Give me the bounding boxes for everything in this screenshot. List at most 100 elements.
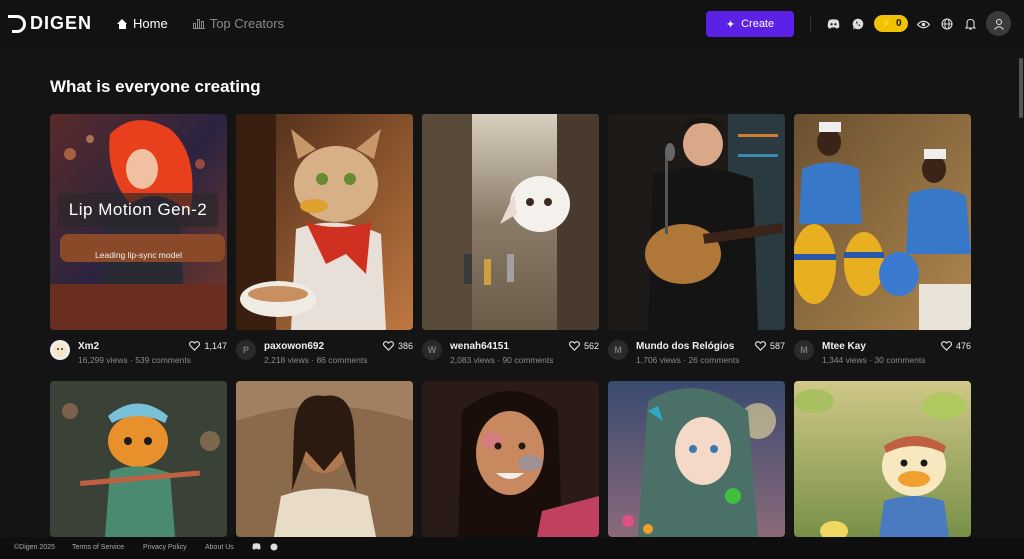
creation-card[interactable]: P paxowon692 2,218 views · 86 comments 3… — [236, 114, 413, 365]
like-button[interactable]: 476 — [940, 341, 971, 351]
footer-about-link[interactable]: About Us — [205, 544, 234, 551]
heart-icon — [940, 341, 952, 351]
creator-name[interactable]: wenah64151 — [450, 341, 509, 352]
nav-home-label: Home — [133, 16, 168, 31]
creation-thumbnail[interactable] — [794, 114, 971, 330]
like-count: 562 — [583, 341, 599, 351]
user-avatar-button[interactable] — [986, 11, 1011, 36]
comment-count: 26 comments — [688, 355, 740, 365]
view-count: 1,706 views — [636, 355, 681, 365]
like-count: 587 — [769, 341, 785, 351]
create-button-label: Create — [741, 18, 775, 30]
logo-mark-icon — [8, 14, 26, 33]
heart-icon — [754, 341, 766, 351]
like-button[interactable]: 1,147 — [189, 341, 227, 351]
comment-count: 86 comments — [316, 355, 368, 365]
creator-name[interactable]: Mundo dos Relógios — [636, 341, 734, 352]
like-count: 386 — [397, 341, 413, 351]
creator-avatar[interactable] — [50, 340, 70, 360]
creation-stats: 2,218 views · 86 comments — [264, 355, 368, 365]
heart-icon — [568, 341, 580, 351]
card-meta: M Mtee Kay 1,344 views · 30 comments 476 — [794, 338, 971, 368]
creation-thumbnail[interactable] — [236, 381, 413, 537]
creation-card[interactable] — [422, 381, 599, 537]
heart-icon — [189, 341, 201, 351]
nav-top-creators-label: Top Creators — [209, 16, 285, 31]
lightning-icon: ⚡ — [880, 18, 893, 29]
card-meta: W wenah64151 2,083 views · 90 comments 5… — [422, 338, 599, 368]
creation-card[interactable]: M Mundo dos Relógios 1,706 views · 26 co… — [608, 114, 785, 365]
bar-chart-icon — [192, 18, 205, 29]
digen-logo[interactable]: DIGEN — [8, 13, 93, 34]
whatsapp-icon[interactable] — [270, 543, 279, 552]
nav-top-creators[interactable]: Top Creators — [192, 16, 285, 31]
creator-name[interactable]: Xm2 — [78, 341, 99, 352]
creation-card[interactable]: W wenah64151 2,083 views · 90 comments 5… — [422, 114, 599, 365]
like-button[interactable]: 386 — [382, 341, 413, 351]
user-icon — [993, 18, 1004, 30]
creation-card[interactable]: Lip Motion Gen-2 Leading lip-sync model … — [50, 114, 227, 365]
card-meta: M Mundo dos Relógios 1,706 views · 26 co… — [608, 338, 785, 368]
creation-thumbnail[interactable] — [236, 114, 413, 330]
section-title: What is everyone creating — [50, 77, 261, 96]
creation-stats: 1,706 views · 26 comments — [636, 355, 740, 365]
eye-icon[interactable] — [916, 17, 930, 31]
creator-avatar[interactable]: W — [422, 340, 442, 360]
view-count: 16,299 views — [78, 355, 128, 365]
creation-thumbnail[interactable] — [608, 381, 785, 537]
like-count: 1,147 — [204, 341, 227, 351]
creation-card[interactable] — [608, 381, 785, 537]
logo-text: DIGEN — [30, 13, 93, 33]
creator-avatar[interactable]: M — [608, 340, 628, 360]
home-icon — [117, 18, 128, 29]
creation-thumbnail[interactable] — [608, 114, 785, 330]
comment-count: 30 comments — [874, 355, 926, 365]
globe-icon[interactable] — [940, 17, 954, 31]
creation-thumbnail[interactable] — [794, 381, 971, 537]
creation-card[interactable] — [236, 381, 413, 537]
like-button[interactable]: 587 — [754, 341, 785, 351]
view-count: 2,083 views — [450, 355, 495, 365]
main-nav: Home Top Creators — [117, 16, 284, 31]
heart-icon — [382, 341, 394, 351]
comment-count: 539 comments — [135, 355, 191, 365]
creator-avatar[interactable]: M — [794, 340, 814, 360]
like-button[interactable]: 562 — [568, 341, 599, 351]
creator-avatar[interactable]: P — [236, 340, 256, 360]
creation-stats: 16,299 views · 539 comments — [78, 355, 191, 365]
model-overlay-title: Lip Motion Gen-2 — [58, 193, 218, 227]
creation-thumbnail[interactable] — [422, 381, 599, 537]
top-navigation-bar: DIGEN Home Top Creators ✦ Create ⚡ 0 — [0, 0, 1024, 48]
creation-card[interactable] — [50, 381, 227, 537]
credits-count: 0 — [895, 18, 902, 29]
whatsapp-icon[interactable] — [851, 17, 865, 31]
creation-card[interactable] — [794, 381, 971, 537]
discord-icon[interactable] — [252, 543, 261, 552]
footer-privacy-link[interactable]: Privacy Policy — [143, 544, 187, 551]
sparkle-icon: ✦ — [725, 18, 736, 31]
footer-terms-link[interactable]: Terms of Service — [72, 544, 124, 551]
nav-home[interactable]: Home — [117, 16, 168, 31]
creation-thumbnail[interactable] — [422, 114, 599, 330]
view-count: 1,344 views — [822, 355, 867, 365]
creation-card[interactable]: M Mtee Kay 1,344 views · 30 comments 476 — [794, 114, 971, 365]
creator-name[interactable]: paxowon692 — [264, 341, 324, 352]
credits-badge[interactable]: ⚡ 0 — [874, 15, 908, 32]
creator-name[interactable]: Mtee Kay — [822, 341, 866, 352]
comment-count: 90 comments — [502, 355, 554, 365]
card-meta: Xm2 16,299 views · 539 comments 1,147 — [50, 338, 227, 368]
site-footer: ©Digen 2025 Terms of Service Privacy Pol… — [0, 537, 1024, 559]
creation-thumbnail[interactable] — [50, 381, 227, 537]
model-overlay-subtitle: Leading lip-sync model — [95, 250, 182, 260]
creation-stats: 2,083 views · 90 comments — [450, 355, 554, 365]
card-meta: P paxowon692 2,218 views · 86 comments 3… — [236, 338, 413, 368]
discord-icon[interactable] — [826, 17, 840, 31]
footer-copyright: ©Digen 2025 — [14, 544, 55, 551]
view-count: 2,218 views — [264, 355, 309, 365]
bell-icon[interactable] — [963, 17, 977, 31]
create-button[interactable]: ✦ Create — [706, 11, 794, 37]
creation-thumbnail[interactable]: Lip Motion Gen-2 Leading lip-sync model — [50, 114, 227, 330]
creation-stats: 1,344 views · 30 comments — [822, 355, 926, 365]
page-scrollbar[interactable] — [1019, 58, 1023, 118]
header-divider — [810, 15, 811, 33]
